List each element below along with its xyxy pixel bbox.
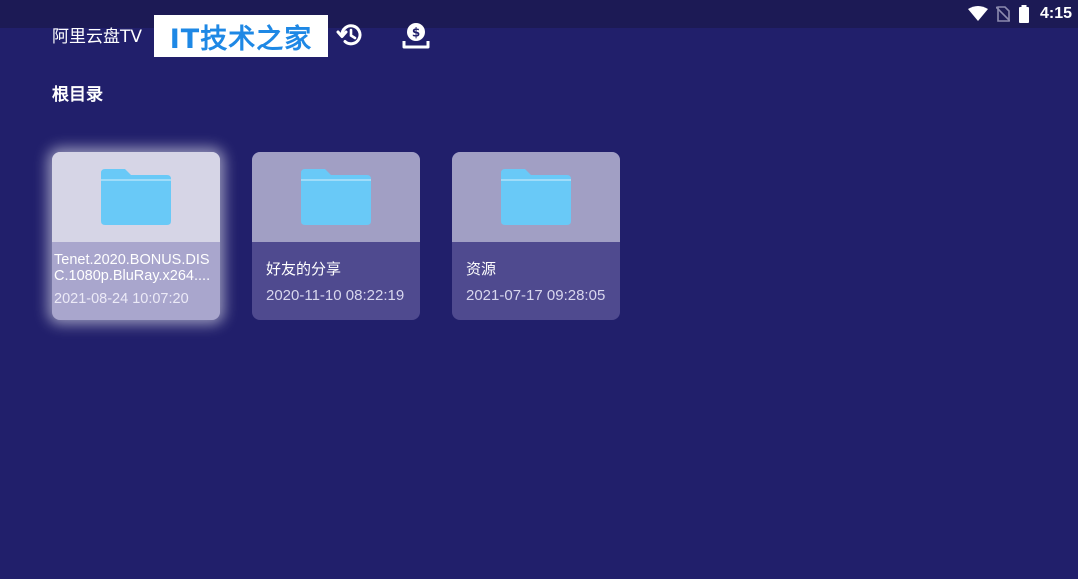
download-icon[interactable]: $ <box>401 20 431 50</box>
folder-thumbnail <box>52 152 220 242</box>
folder-name: 资源 <box>466 260 497 278</box>
folder-name: Tenet.2020.BONUS.DISC.1080p.BluRay.x264.… <box>54 252 211 284</box>
wifi-icon <box>967 6 988 22</box>
folder-thumbnail <box>452 152 620 242</box>
clock: 4:15 <box>1039 5 1072 22</box>
folder-date: 2020-11-10 08:22:19 <box>266 287 405 304</box>
folder-info: Tenet.2020.BONUS.DISC.1080p.BluRay.x264.… <box>52 242 220 320</box>
folder-name: 好友的分享 <box>266 260 342 278</box>
battery-icon <box>1018 5 1030 23</box>
folder-card-resources[interactable]: 资源 2021-07-17 09:28:05 <box>452 152 620 320</box>
app-title: 阿里云盘TV <box>52 27 143 47</box>
folder-info: 资源 2021-07-17 09:28:05 <box>452 242 620 320</box>
folder-icon <box>501 169 571 225</box>
folder-info: 好友的分享 2020-11-10 08:22:19 <box>252 242 420 320</box>
folder-icon <box>101 169 171 225</box>
breadcrumb: 根目录 <box>52 85 103 105</box>
folder-date: 2021-08-24 10:07:20 <box>54 291 189 307</box>
folder-thumbnail <box>252 152 420 242</box>
folder-icon <box>301 169 371 225</box>
history-icon[interactable] <box>335 20 365 50</box>
watermark-logo: IT技术之家 <box>154 15 328 57</box>
svg-text:$: $ <box>412 26 420 40</box>
no-sim-icon <box>995 6 1010 22</box>
folder-grid: Tenet.2020.BONUS.DISC.1080p.BluRay.x264.… <box>52 152 620 320</box>
folder-date: 2021-07-17 09:28:05 <box>466 287 606 304</box>
folder-card-friend-share[interactable]: 好友的分享 2020-11-10 08:22:19 <box>252 152 420 320</box>
folder-card-tenet[interactable]: Tenet.2020.BONUS.DISC.1080p.BluRay.x264.… <box>52 152 220 320</box>
status-icons: 4:15 <box>967 4 1072 24</box>
